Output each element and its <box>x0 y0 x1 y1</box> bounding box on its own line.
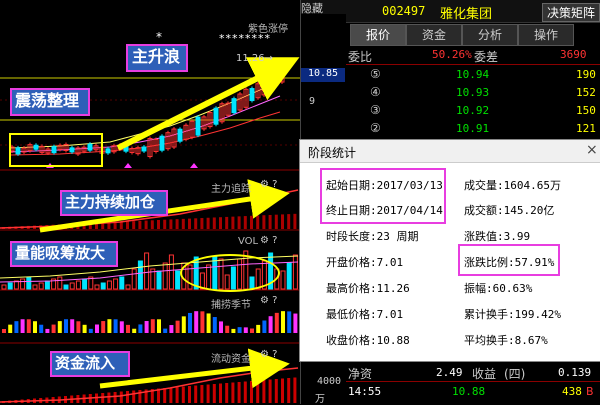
gear-icon[interactable]: ⚙ ? <box>260 295 277 306</box>
decision-matrix-button[interactable]: 决策矩阵 <box>542 3 600 22</box>
note-consolidation: 震荡整理 <box>10 88 90 116</box>
hide-button[interactable]: 隐藏 <box>301 0 347 15</box>
sell-row-2[interactable]: ② 10.91 121 <box>346 120 600 138</box>
high-price-label: 11.26→ <box>236 53 274 64</box>
period-length: 时段长度:23 周期 <box>326 230 419 243</box>
stage-statistics-dialog: 阶段统计 × 起始日期:2017/03/13 终止日期:2017/04/14 时… <box>299 139 600 362</box>
open-price: 开盘价格:7.01 <box>326 256 404 269</box>
axis-tick-4000: 4000 <box>317 376 342 387</box>
low-price: 最低价格:7.01 <box>326 308 404 321</box>
indicator-title-season: 捕捞季节 <box>211 300 251 311</box>
gear-icon[interactable]: ⚙ ? <box>260 235 277 246</box>
note-capital-inflow: 资金流入 <box>50 351 130 377</box>
volume-highlight-oval <box>180 254 280 292</box>
kline-chart-panel[interactable]: * ******** 紫色涨停 11.26→ 主力追踪 ⚙ ? VOL ⚙ ? … <box>0 0 300 404</box>
note-continuous-add: 主力持续加仓 <box>60 190 168 216</box>
amplitude: 振幅:60.63% <box>464 282 533 295</box>
close-price: 收盘价格:10.88 <box>326 334 410 347</box>
consolidation-highlight-box <box>9 133 103 167</box>
cumulative-turnover: 累计换手:199.42% <box>464 308 561 321</box>
average-turnover: 平均换手:8.67% <box>464 334 548 347</box>
tick-row[interactable]: 14:55 10.88 438 B <box>346 384 600 402</box>
indicator-title-capital: 流动资金 <box>211 354 251 365</box>
current-price-tag: 10.85 <box>301 68 345 82</box>
indicator-title-vol: VOL <box>238 236 259 247</box>
close-icon[interactable]: × <box>586 142 598 158</box>
note-main-wave: 主升浪 <box>126 44 188 72</box>
top-star: * <box>156 30 162 44</box>
stock-name: 雅化集团 <box>440 7 493 22</box>
high-price: 最高价格:11.26 <box>326 282 410 295</box>
percent-highlight-box <box>458 244 560 276</box>
amount: 成交额:145.20亿 <box>464 204 555 217</box>
sell-row-3[interactable]: ③ 10.92 150 <box>346 102 600 120</box>
quote-tabs: 报价 资金 分析 操作 <box>346 24 600 46</box>
axis-tick-9: 9 <box>309 96 316 107</box>
dialog-title: 阶段统计 <box>308 146 357 160</box>
tab-operation[interactable]: 操作 <box>518 24 574 46</box>
volume: 成交量:1604.65万 <box>464 179 561 192</box>
gear-icon[interactable]: ⚙ ? <box>260 349 277 360</box>
indicator-title-tracking: 主力追踪 <box>211 184 251 195</box>
stock-code: 002497 <box>382 4 426 18</box>
change-amount: 涨跌值:3.99 <box>464 230 531 243</box>
tab-quote[interactable]: 报价 <box>350 24 406 46</box>
stock-header: 002497 雅化集团 决策矩阵 <box>346 0 600 23</box>
sell-row-4[interactable]: ④ 10.93 152 <box>346 84 600 102</box>
limit-up-label: 紫色涨停 <box>248 24 288 35</box>
axis-unit-wan: 万 <box>315 394 325 405</box>
net-asset-row: 净资 2.49 收益 (四) 0.139 <box>348 366 592 381</box>
dialog-title-bar[interactable]: 阶段统计 × <box>300 140 600 163</box>
tab-analysis[interactable]: 分析 <box>462 24 518 46</box>
gear-icon[interactable]: ⚙ ? <box>260 179 277 190</box>
tab-capital[interactable]: 资金 <box>406 24 462 46</box>
note-volume-accumulate: 量能吸筹放大 <box>10 241 118 267</box>
date-highlight-box <box>320 168 446 224</box>
sell-row-5[interactable]: ⑤ 10.94 190 <box>346 66 600 84</box>
weibi-row: 委比 50.26% 委差 3690 <box>348 48 587 64</box>
